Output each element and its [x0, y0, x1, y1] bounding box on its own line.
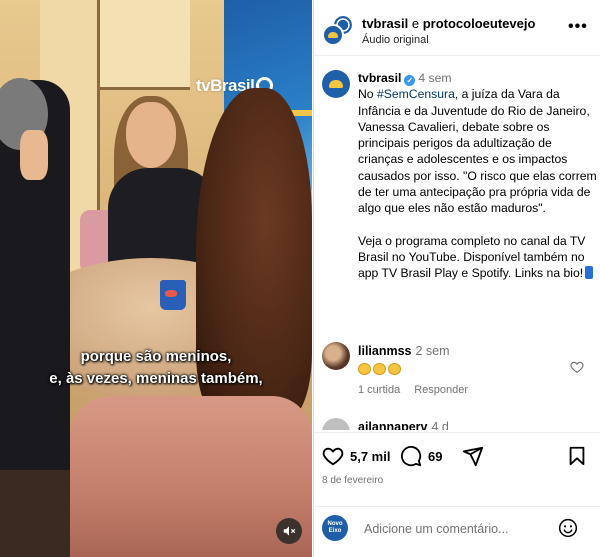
right-guest-hair [196, 88, 312, 418]
clap-emoji-icon [358, 363, 371, 375]
comment-username[interactable]: lilianmss [358, 344, 412, 358]
left-guest-face [20, 130, 48, 180]
emoji-icon[interactable] [558, 518, 578, 538]
caption-body: , a juíza da Vara da Infância e da Juven… [358, 87, 597, 216]
post-panel: tvbrasil e protocoloeutevejo Áudio origi… [313, 0, 600, 557]
like-count[interactable]: 5,7 mil [350, 449, 390, 464]
comment-timestamp: 4 d [431, 420, 449, 430]
comment: lilianmss 2 sem 1 curtida Responder [322, 340, 597, 410]
comment: ailannaperv 4 d [322, 416, 597, 430]
subtitle-line: e, às vezes, meninas também, [49, 370, 263, 387]
comment-timestamp: 2 sem [415, 344, 450, 358]
share-icon [462, 446, 484, 467]
caption-text: tvbrasil ✓ 4 sem No #SemCensura, a juíza d… [358, 70, 600, 282]
post-header: tvbrasil e protocoloeutevejo Áudio origi… [314, 0, 600, 56]
author-separator: e [408, 16, 423, 31]
speaker-face [126, 102, 176, 168]
author-link[interactable]: protocoloeutevejo [423, 16, 536, 31]
bookmark-icon [569, 446, 585, 466]
comment-icon [400, 445, 422, 467]
like-button[interactable]: 5,7 mil [322, 445, 390, 467]
comment-username[interactable]: ailannaperv [358, 420, 427, 430]
floor [0, 470, 80, 557]
avatar[interactable] [322, 418, 350, 430]
hashtag-link[interactable]: #SemCensura [377, 87, 455, 101]
comment-text [358, 362, 403, 377]
more-options-icon[interactable]: ••• [568, 18, 588, 36]
caption-username[interactable]: tvbrasil [358, 71, 401, 85]
avatar[interactable] [322, 342, 350, 370]
caption-body: No [358, 87, 377, 102]
caption-timestamp: 4 sem [418, 71, 452, 85]
video-player[interactable]: tvBrasil porque são meninos, e, às vezes… [0, 0, 312, 557]
clap-emoji-icon [388, 363, 401, 375]
phone-emoji-icon [585, 266, 594, 280]
add-comment-bar: Novo Eixo Adicione um comentário... [314, 506, 600, 557]
subtitle-line: porque são meninos, [80, 348, 232, 365]
comment-count[interactable]: 69 [428, 449, 442, 464]
save-button[interactable] [566, 445, 588, 467]
clap-emoji-icon [373, 363, 386, 375]
avatar[interactable] [322, 70, 350, 98]
post-authors: tvbrasil e protocoloeutevejo [362, 16, 535, 31]
avatar: Novo Eixo [322, 515, 348, 541]
comment-input[interactable]: Adicione um comentário... [364, 522, 509, 536]
audio-link[interactable]: Áudio original [362, 34, 429, 46]
heart-icon [322, 447, 344, 466]
share-button[interactable] [462, 445, 484, 467]
heart-icon[interactable] [570, 360, 584, 374]
caption-paragraph: Veja o programa completo no canal da TV … [358, 233, 586, 281]
avatar [322, 24, 344, 46]
reply-button[interactable]: Responder [414, 384, 468, 396]
author-link[interactable]: tvbrasil [362, 16, 408, 31]
mug-logo [165, 290, 177, 297]
post-caption: tvbrasil ✓ 4 sem No #SemCensura, a juíza d… [322, 70, 597, 340]
action-bar: 5,7 mil 69 8 de fevereiro [314, 432, 600, 492]
verified-badge-icon: ✓ [404, 75, 416, 86]
mute-icon [283, 526, 296, 536]
comment-button[interactable]: 69 [400, 445, 442, 467]
collab-avatars[interactable] [322, 14, 354, 46]
mute-button[interactable] [276, 518, 302, 544]
post-date[interactable]: 8 de fevereiro [322, 475, 383, 486]
comment-likes[interactable]: 1 curtida [358, 384, 400, 396]
wall-panel [100, 0, 190, 90]
